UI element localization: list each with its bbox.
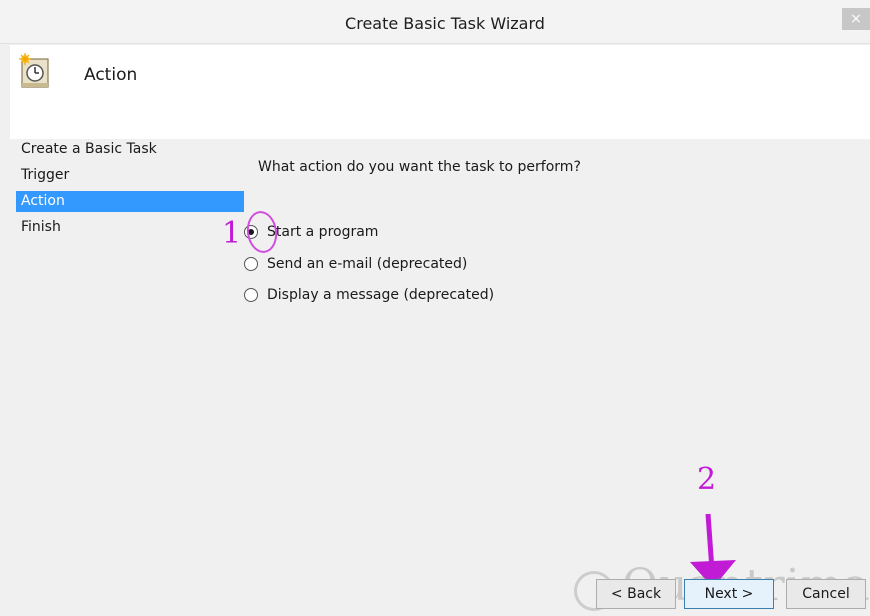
annotation-step-1: 1 [222, 216, 242, 251]
option-display-message[interactable]: Display a message (deprecated) [244, 284, 494, 306]
radio-display-message[interactable] [244, 288, 258, 302]
page-title: Action [84, 65, 138, 85]
next-button[interactable]: Next > [684, 579, 774, 609]
option-label: Start a program [267, 224, 379, 240]
option-label: Send an e-mail (deprecated) [267, 256, 468, 272]
annotation-step-2: 2 [697, 462, 717, 497]
option-send-email[interactable]: Send an e-mail (deprecated) [244, 253, 467, 275]
task-scheduler-icon [19, 53, 49, 88]
title-bar: Create Basic Task Wizard × [0, 0, 870, 44]
step-finish[interactable]: Finish [16, 217, 244, 243]
wizard-window: Create Basic Task Wizard × Action Create… [0, 0, 870, 616]
step-trigger[interactable]: Trigger [16, 165, 244, 191]
action-question: What action do you want the task to perf… [258, 159, 581, 175]
cancel-button[interactable]: Cancel [786, 579, 866, 609]
wizard-body: Create a Basic Task Trigger Action Finis… [10, 139, 870, 616]
option-label: Display a message (deprecated) [267, 287, 495, 303]
step-create-basic-task[interactable]: Create a Basic Task [16, 139, 244, 165]
close-button[interactable]: × [842, 8, 870, 30]
window-title: Create Basic Task Wizard [345, 14, 545, 33]
back-button[interactable]: < Back [596, 579, 676, 609]
radio-send-email[interactable] [244, 257, 258, 271]
wizard-steps: Create a Basic Task Trigger Action Finis… [16, 139, 244, 243]
step-action[interactable]: Action [16, 191, 244, 212]
wizard-header: Action [10, 45, 870, 139]
